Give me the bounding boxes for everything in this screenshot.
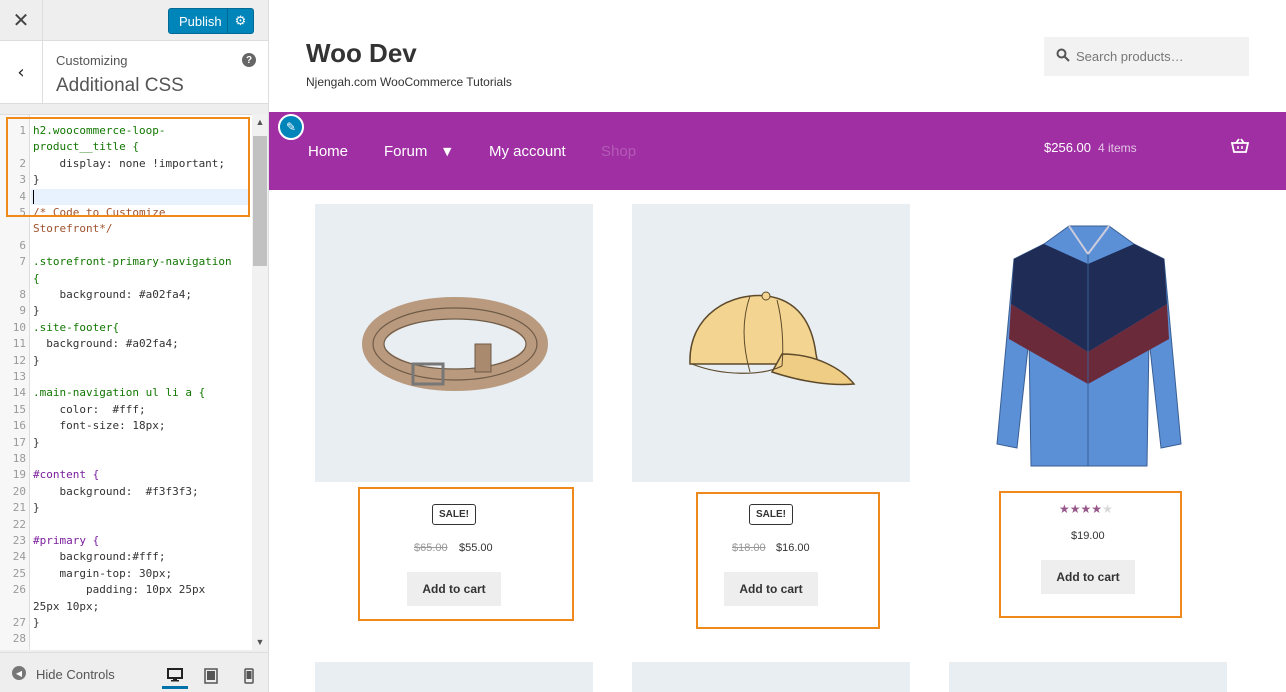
line-number: 7 xyxy=(19,255,26,269)
highlight-box-product-1 xyxy=(358,487,574,621)
line-number: 8 xyxy=(19,288,26,301)
primary-navigation: ✎ Home Forum ▼ My account Shop $256.00 4… xyxy=(269,112,1286,190)
basket-icon[interactable] xyxy=(1231,138,1249,154)
section-header: ‹ Customizing Additional CSS ? xyxy=(0,41,268,104)
customizer-footer: ◀ Hide Controls xyxy=(0,652,268,692)
line-number: 24 xyxy=(12,550,26,564)
line-number: 27 xyxy=(12,616,26,629)
highlight-box-product-2 xyxy=(696,492,880,629)
close-icon[interactable]: ✕ xyxy=(0,0,43,40)
customizer-header: ✕ Publish ⚙ xyxy=(0,0,268,41)
code-text: color: #fff; xyxy=(33,402,146,416)
line-number: 14 xyxy=(12,386,26,400)
code-text: background: #a02fa4; xyxy=(33,288,192,301)
code-text: padding: 10px 25px xyxy=(33,583,206,597)
product-image-row2-1[interactable] xyxy=(315,662,593,692)
code-text: { xyxy=(33,271,40,285)
line-number: 26 xyxy=(12,583,26,597)
code-text: margin-top: 30px; xyxy=(33,566,173,580)
line-number: 13 xyxy=(12,370,26,383)
product-image-shirt[interactable] xyxy=(949,204,1227,482)
line-number: 15 xyxy=(12,402,26,416)
code-text: #primary { xyxy=(33,534,100,547)
line-number: 10 xyxy=(12,320,26,334)
line-number: 23 xyxy=(12,534,26,547)
gear-icon[interactable]: ⚙ xyxy=(227,9,253,33)
search-input[interactable]: Search products… xyxy=(1044,37,1249,76)
code-text: background:#fff; xyxy=(33,550,166,564)
cart-total[interactable]: $256.00 xyxy=(1044,140,1091,155)
product-image-row2-2[interactable] xyxy=(632,662,910,692)
chevron-down-icon[interactable]: ▼ xyxy=(443,145,451,158)
line-number: 20 xyxy=(12,484,26,498)
product-image-cap[interactable] xyxy=(632,204,910,482)
code-text: font-size: 18px; xyxy=(33,419,166,433)
site-title[interactable]: Woo Dev xyxy=(306,38,417,69)
highlight-box-product-3 xyxy=(999,491,1182,618)
code-text: .storefront-primary-navigation xyxy=(33,255,232,269)
nav-item-shop[interactable]: Shop xyxy=(601,143,636,160)
highlight-box-css xyxy=(6,117,250,217)
code-text: } xyxy=(33,435,40,449)
line-number: 11 xyxy=(12,337,26,351)
code-text: .site-footer{ xyxy=(33,320,120,334)
nav-item-home[interactable]: Home xyxy=(308,143,348,160)
line-number: 9 xyxy=(19,304,26,318)
code-text: } xyxy=(33,501,40,515)
line-number: 25 xyxy=(12,566,26,580)
code-text: Storefront*/ xyxy=(33,222,113,236)
publish-label: Publish xyxy=(179,14,222,29)
hide-controls-icon[interactable]: ◀ xyxy=(12,666,26,680)
section-breadcrumb: Customizing xyxy=(56,53,128,68)
nav-item-forum[interactable]: Forum xyxy=(384,143,427,160)
section-title: Additional CSS xyxy=(56,75,184,96)
scroll-down-icon[interactable]: ▼ xyxy=(252,634,268,650)
hide-controls-button[interactable]: Hide Controls xyxy=(36,667,115,682)
line-number: 12 xyxy=(12,353,26,367)
line-number: 19 xyxy=(12,468,26,482)
code-text: .main-navigation ul li a { xyxy=(33,386,206,400)
back-arrow-icon[interactable]: ‹ xyxy=(0,41,43,103)
publish-button[interactable]: Publish ⚙ xyxy=(168,8,254,34)
desktop-preview-icon[interactable] xyxy=(162,663,188,689)
line-number: 17 xyxy=(12,435,26,449)
line-number: 22 xyxy=(12,517,26,531)
code-text: #content { xyxy=(33,468,100,482)
help-icon[interactable]: ? xyxy=(242,53,256,67)
site-preview: Woo Dev Njengah.com WooCommerce Tutorial… xyxy=(269,0,1286,692)
scroll-thumb[interactable] xyxy=(253,136,267,266)
customizer-sidebar: ✕ Publish ⚙ ‹ Customizing Additional CSS… xyxy=(0,0,269,692)
search-placeholder: Search products… xyxy=(1076,49,1184,64)
mobile-preview-icon[interactable] xyxy=(236,663,262,689)
content-area: SALE! $65.00 $55.00 Add to cart SALE! $1… xyxy=(306,190,1249,692)
scroll-up-icon[interactable]: ▲ xyxy=(252,114,268,130)
line-number: 16 xyxy=(12,419,26,433)
product-grid: SALE! $65.00 $55.00 Add to cart SALE! $1… xyxy=(306,190,1249,692)
nav-item-my-account[interactable]: My account xyxy=(489,143,566,160)
editor-scrollbar[interactable]: ▲ ▼ xyxy=(252,114,268,650)
line-number: 18 xyxy=(12,452,26,465)
site-tagline: Njengah.com WooCommerce Tutorials xyxy=(306,75,512,89)
code-text: background: #f3f3f3; xyxy=(33,484,199,498)
search-icon xyxy=(1056,48,1070,62)
product-image-belt[interactable] xyxy=(315,204,593,482)
line-number: 6 xyxy=(19,238,26,252)
pencil-icon[interactable]: ✎ xyxy=(278,114,304,140)
code-text: } xyxy=(33,304,40,318)
code-text: } xyxy=(33,353,40,367)
tablet-preview-icon[interactable] xyxy=(198,663,224,689)
line-number: 21 xyxy=(12,501,26,515)
product-image-row2-3[interactable] xyxy=(949,662,1227,692)
code-text: background: #a02fa4; xyxy=(33,337,179,351)
code-text: 25px 10px; xyxy=(33,599,100,613)
code-text: } xyxy=(33,616,40,629)
cart-count[interactable]: 4 items xyxy=(1098,141,1137,155)
line-number: 28 xyxy=(12,632,26,646)
